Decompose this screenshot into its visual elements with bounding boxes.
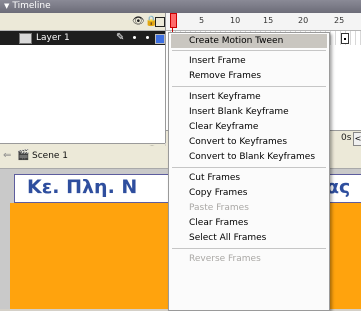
layer-outline-color[interactable]: [155, 34, 165, 44]
menu-item-label: Select All Frames: [189, 233, 267, 243]
context-menu: Create Motion Tween Insert Frame Remove …: [168, 32, 330, 311]
menu-separator: [172, 167, 326, 168]
menu-item-select-all-frames[interactable]: Select All Frames: [171, 231, 327, 245]
layer-name[interactable]: Layer 1: [36, 31, 70, 45]
outline-icon[interactable]: [155, 17, 165, 27]
timeline-panel-header[interactable]: ▼ Timeline: [0, 0, 361, 13]
menu-separator: [172, 86, 326, 87]
menu-item-label: Copy Frames: [189, 188, 248, 198]
menu-item-label: Remove Frames: [189, 71, 262, 81]
menu-item-label: Clear Frames: [189, 218, 249, 228]
collapse-triangle-icon[interactable]: ▼: [4, 0, 9, 13]
frame-ruler[interactable]: 5 10 15 20 25: [166, 13, 361, 31]
elapsed-time: 0s: [341, 133, 352, 143]
visibility-dot[interactable]: [133, 36, 136, 39]
menu-item-copy-frames[interactable]: Copy Frames: [171, 186, 327, 200]
eye-icon[interactable]: 👁: [132, 16, 145, 27]
menu-item-label: Reverse Frames: [189, 254, 261, 264]
menu-item-label: Insert Keyframe: [189, 92, 261, 102]
timeline-title: Timeline: [12, 1, 51, 11]
menu-item-label: Convert to Keyframes: [189, 137, 288, 147]
pencil-icon: ✎: [116, 32, 125, 43]
layer-row[interactable]: Layer 1 ✎: [0, 31, 165, 45]
ruler-number: 20: [298, 16, 309, 25]
layer-column-header: 👁 🔒: [0, 13, 165, 31]
layer-list: 👁 🔒 Layer 1 ✎ ⊕ ✲ ▭ 🗑: [0, 13, 166, 160]
menu-item-label: Convert to Blank Keyframes: [189, 152, 316, 162]
menu-item-label: Insert Blank Keyframe: [189, 107, 289, 117]
scene-label[interactable]: Scene 1: [32, 151, 68, 161]
menu-item-insert-frame[interactable]: Insert Frame: [171, 54, 327, 68]
ruler-number: 25: [334, 16, 345, 25]
menu-item-remove-frames[interactable]: Remove Frames: [171, 69, 327, 83]
menu-item-convert-to-keyframes[interactable]: Convert to Keyframes: [171, 135, 327, 149]
title-text-left: Κε. Πλη. Ν: [27, 176, 138, 198]
menu-item-label: Create Motion Tween: [189, 36, 284, 46]
menu-item-insert-blank-keyframe[interactable]: Insert Blank Keyframe: [171, 105, 327, 119]
layer-icon: [19, 33, 32, 44]
menu-item-insert-keyframe[interactable]: Insert Keyframe: [171, 90, 327, 104]
menu-separator: [172, 50, 326, 51]
ruler-number: 5: [199, 16, 205, 25]
end-frame[interactable]: [341, 33, 349, 44]
menu-item-label: Clear Keyframe: [189, 122, 259, 132]
playhead[interactable]: [170, 13, 177, 28]
menu-item-convert-to-blank-keyframes[interactable]: Convert to Blank Keyframes: [171, 150, 327, 164]
ruler-number: 10: [230, 16, 241, 25]
menu-item-label: Insert Frame: [189, 56, 246, 66]
menu-item-paste-frames: Paste Frames: [171, 201, 327, 215]
menu-item-reverse-frames: Reverse Frames: [171, 252, 327, 266]
scene-icon: 🎬: [17, 150, 30, 161]
end-frame-dot: [344, 38, 346, 40]
scroll-left-button[interactable]: <: [353, 132, 361, 146]
menu-separator: [172, 248, 326, 249]
menu-item-label: Paste Frames: [189, 203, 249, 213]
ruler-number: 15: [263, 16, 274, 25]
menu-item-label: Cut Frames: [189, 173, 241, 183]
back-arrow-icon[interactable]: ⇐: [3, 150, 11, 161]
menu-item-clear-keyframe[interactable]: Clear Keyframe: [171, 120, 327, 134]
menu-item-cut-frames[interactable]: Cut Frames: [171, 171, 327, 185]
menu-item-clear-frames[interactable]: Clear Frames: [171, 216, 327, 230]
lock-dot[interactable]: [146, 36, 149, 39]
menu-item-create-motion-tween[interactable]: Create Motion Tween: [171, 34, 327, 48]
